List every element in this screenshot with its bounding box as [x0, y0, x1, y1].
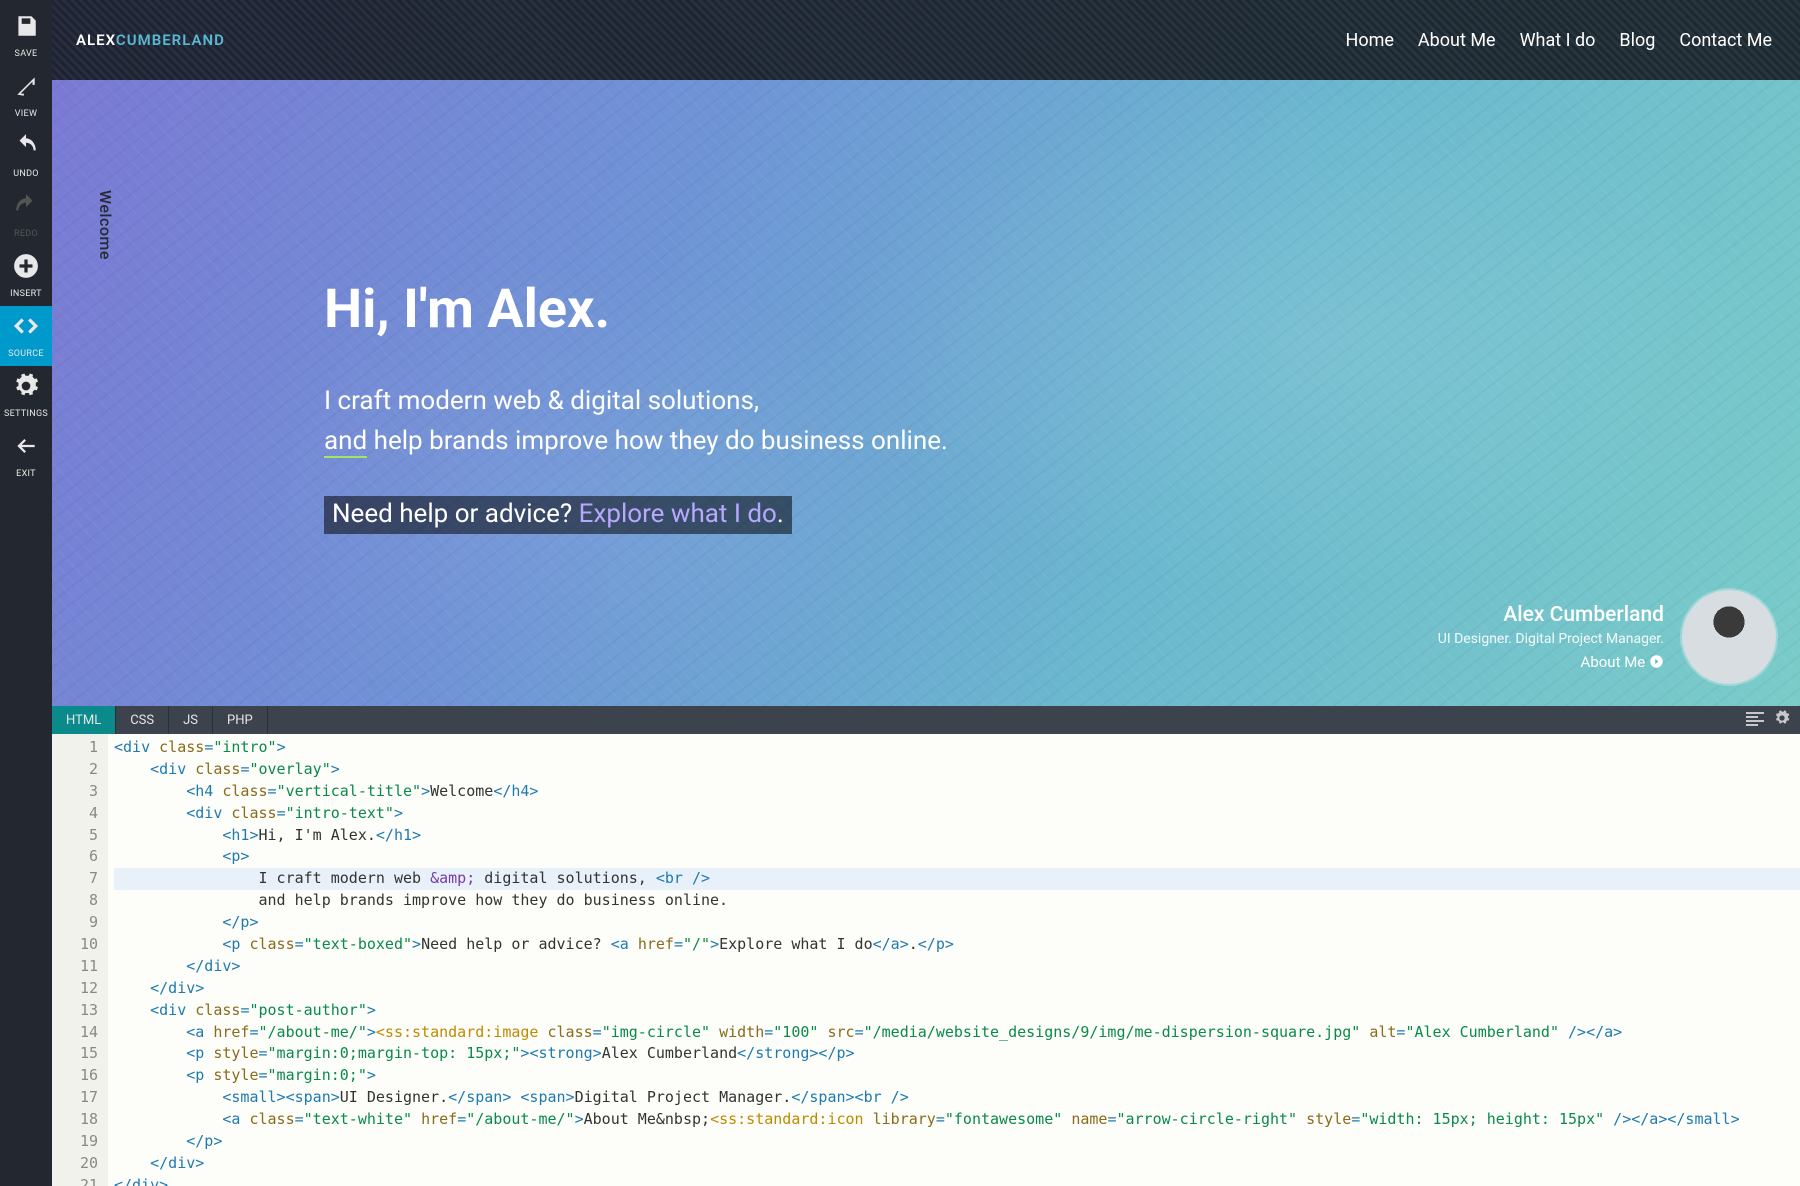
insert-icon — [13, 253, 39, 283]
settings-icon — [13, 373, 39, 403]
align-icon[interactable] — [1746, 711, 1764, 730]
hero-cta-link[interactable]: Explore what I do — [579, 499, 777, 529]
code-line[interactable]: </div> — [114, 956, 1800, 978]
code-line[interactable]: <div class="overlay"> — [114, 759, 1800, 781]
tab-css[interactable]: CSS — [116, 706, 169, 734]
hero-cta-box: Need help or advice? Explore what I do. — [324, 496, 792, 534]
save-icon — [13, 13, 39, 43]
code-line[interactable]: <a class="text-white" href="/about-me/">… — [114, 1109, 1800, 1131]
code-line[interactable]: <div class="post-author"> — [114, 1000, 1800, 1022]
arrow-circle-right-icon — [1649, 653, 1664, 671]
site-logo[interactable]: ALEXCUMBERLAND — [76, 31, 225, 49]
tool-exit[interactable]: EXIT — [0, 426, 52, 486]
hero-line2: and help brands improve how they do busi… — [324, 426, 948, 458]
code-line[interactable]: <div class="intro"> — [114, 737, 1800, 759]
code-line[interactable]: </p> — [114, 1131, 1800, 1153]
tool-view[interactable]: VIEW — [0, 66, 52, 126]
preview-pane: ALEXCUMBERLAND Home About Me What I do Blog… — [52, 0, 1800, 706]
code-line[interactable]: <h1>Hi, I'm Alex.</h1> — [114, 825, 1800, 847]
avatar[interactable] — [1682, 590, 1776, 684]
code-line[interactable]: <p style="margin:0;margin-top: 15px;"><s… — [114, 1043, 1800, 1065]
code-line[interactable]: <div class="intro-text"> — [114, 803, 1800, 825]
tool-settings[interactable]: SETTINGS — [0, 366, 52, 426]
exit-icon — [13, 433, 39, 463]
left-toolbar: SAVEVIEWUNDOREDOINSERTSOURCESETTINGSEXIT — [0, 0, 52, 1186]
code-line[interactable]: </div> — [114, 1175, 1800, 1186]
author-role: UI Designer. Digital Project Manager. — [1438, 631, 1664, 647]
tab-js[interactable]: JS — [169, 706, 213, 734]
code-line[interactable]: </div> — [114, 978, 1800, 1000]
code-area[interactable]: 123456789101112131415161718192021222324 … — [52, 734, 1800, 1186]
redo-icon — [13, 193, 39, 223]
code-line[interactable]: <p> — [114, 846, 1800, 868]
tool-insert[interactable]: INSERT — [0, 246, 52, 306]
hero-subtitle: I craft modern web & digital solutions, … — [324, 381, 948, 462]
tool-source[interactable]: SOURCE — [0, 306, 52, 366]
view-icon — [13, 73, 39, 103]
nav-blog[interactable]: Blog — [1619, 30, 1655, 51]
nav-about-me[interactable]: About Me — [1418, 30, 1496, 51]
site-nav: Home About Me What I do Blog Contact Me — [1345, 30, 1772, 51]
code-line[interactable]: <h4 class="vertical-title">Welcome</h4> — [114, 781, 1800, 803]
nav-contact-me[interactable]: Contact Me — [1679, 30, 1772, 51]
code-line[interactable]: and help brands improve how they do busi… — [114, 890, 1800, 912]
logo-part2: CUMBERLAND — [116, 31, 225, 49]
code-line[interactable]: <p style="margin:0;"> — [114, 1065, 1800, 1087]
tab-php[interactable]: PHP — [213, 706, 268, 734]
gear-icon[interactable] — [1774, 710, 1790, 730]
tab-html[interactable]: HTML — [52, 706, 116, 734]
author-about-link[interactable]: About Me — [1438, 653, 1664, 671]
code-line[interactable]: I craft modern web &amp; digital solutio… — [114, 868, 1800, 890]
vertical-title: Welcome — [96, 190, 115, 260]
code-line[interactable]: <a href="/about-me/"><ss:standard:image … — [114, 1022, 1800, 1044]
code-line[interactable]: <p class="text-boxed">Need help or advic… — [114, 934, 1800, 956]
line-gutter: 123456789101112131415161718192021222324 — [52, 734, 108, 1186]
hero-heading: Hi, I'm Alex. — [324, 278, 948, 341]
code-line[interactable]: <small><span>UI Designer.</span> <span>D… — [114, 1087, 1800, 1109]
editor-tabs: HTMLCSSJSPHP — [52, 706, 1800, 734]
post-author: Alex Cumberland UI Designer. Digital Pro… — [1438, 590, 1776, 684]
intro-text: Hi, I'm Alex. I craft modern web & digit… — [324, 278, 948, 534]
tool-redo: REDO — [0, 186, 52, 246]
tool-save[interactable]: SAVE — [0, 6, 52, 66]
undo-icon — [13, 133, 39, 163]
source-icon — [13, 313, 39, 343]
code-lines[interactable]: <div class="intro"> <div class="overlay"… — [108, 734, 1800, 1186]
code-line[interactable]: </p> — [114, 912, 1800, 934]
author-name: Alex Cumberland — [1438, 603, 1664, 627]
code-line[interactable]: </div> — [114, 1153, 1800, 1175]
logo-part1: ALEX — [76, 31, 116, 49]
nav-what-i-do[interactable]: What I do — [1520, 30, 1596, 51]
site-header: ALEXCUMBERLAND Home About Me What I do Blog… — [52, 0, 1800, 80]
tool-undo[interactable]: UNDO — [0, 126, 52, 186]
nav-home[interactable]: Home — [1345, 30, 1393, 51]
